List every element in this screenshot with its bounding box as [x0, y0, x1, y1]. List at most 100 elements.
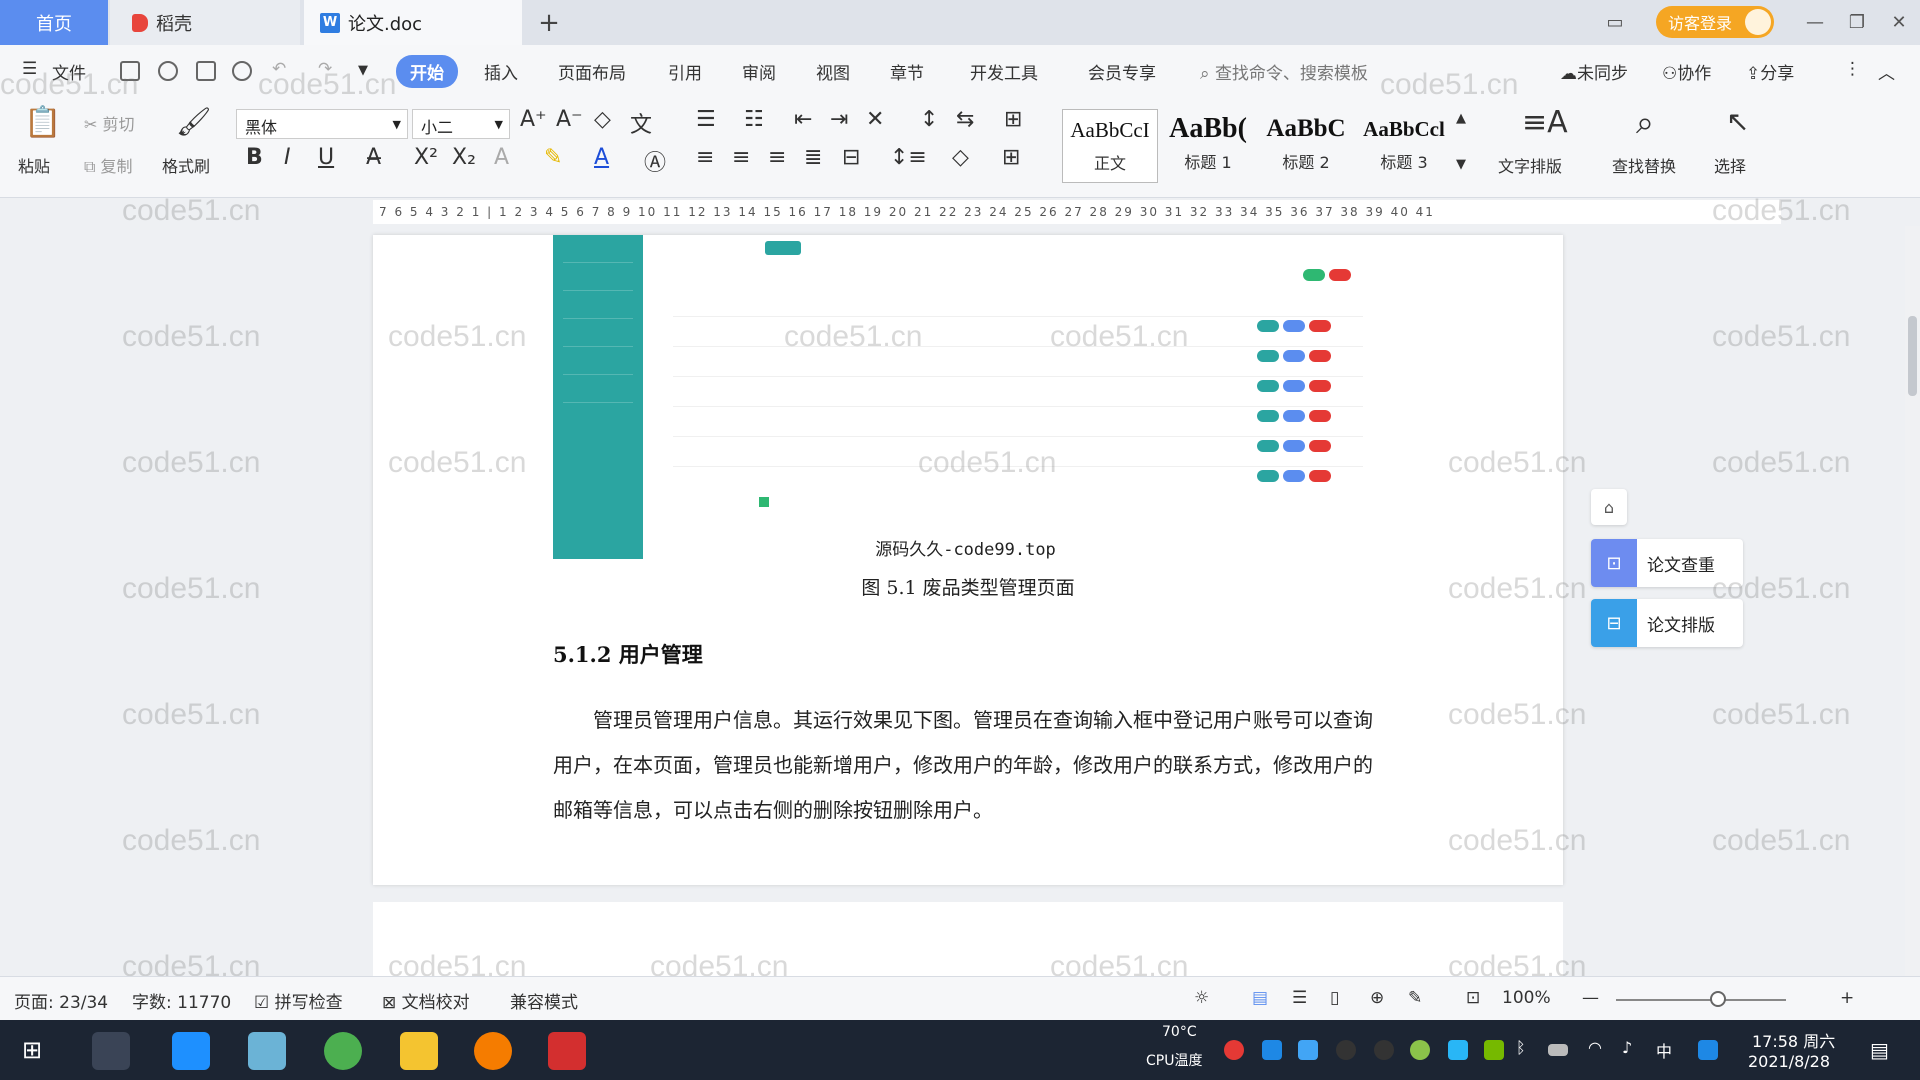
find-replace-button[interactable]: 查找替换: [1612, 153, 1676, 177]
font-name-select[interactable]: 黑体 ▼: [236, 109, 408, 139]
tray-app-icon[interactable]: [1448, 1040, 1468, 1060]
phonetic-icon[interactable]: 文: [630, 107, 652, 139]
align-left-icon[interactable]: ≡: [696, 145, 714, 170]
italic-icon[interactable]: I: [284, 145, 291, 170]
char-border-icon[interactable]: Ⓐ: [644, 145, 666, 177]
shield-icon[interactable]: [1298, 1040, 1318, 1060]
tab-page-layout[interactable]: 页面布局: [558, 59, 626, 84]
format-painter-button[interactable]: 格式刷: [162, 153, 210, 177]
cut-button[interactable]: ✂ 剪切: [84, 111, 135, 135]
qq-icon[interactable]: [1374, 1040, 1394, 1060]
document-page[interactable]: 源码久久-code99.top 图 5.1 废品类型管理页面 5.1.2 用户管…: [373, 235, 1563, 885]
strikethrough-icon[interactable]: A̶: [366, 145, 381, 170]
clock-date[interactable]: 2021/8/28: [1748, 1052, 1830, 1071]
collapse-ribbon-icon[interactable]: ︿: [1878, 59, 1895, 84]
sort-icon[interactable]: ↕: [920, 107, 938, 132]
tab-start[interactable]: 开始: [396, 55, 458, 88]
new-tab-button[interactable]: +: [534, 0, 564, 45]
internet-explorer-icon[interactable]: [172, 1032, 210, 1070]
share-button[interactable]: ⇪分享: [1746, 59, 1794, 84]
qq-icon[interactable]: [1336, 1040, 1356, 1060]
style-heading-3[interactable]: AaBbCcl 标题 3: [1356, 109, 1452, 183]
layout-icon[interactable]: ▭: [1600, 6, 1630, 38]
highlight-icon[interactable]: ✎: [544, 145, 562, 170]
font-color-icon[interactable]: A: [594, 145, 609, 170]
line-spacing-icon[interactable]: ↕≡: [890, 145, 927, 170]
text-layout-icon[interactable]: ≡A: [1522, 105, 1568, 140]
format-painter-icon[interactable]: 🖌: [176, 105, 212, 138]
tab-insert[interactable]: 插入: [484, 59, 518, 84]
tab-document[interactable]: W 论文.doc: [304, 0, 522, 45]
decrease-indent-icon[interactable]: ⇤: [794, 107, 812, 132]
collaborate-button[interactable]: ⚇协作: [1662, 59, 1711, 84]
redo-icon[interactable]: ↷: [318, 59, 332, 79]
app-orange-icon[interactable]: [474, 1032, 512, 1070]
fit-page-icon[interactable]: ⊡: [1466, 988, 1480, 1008]
style-heading-2[interactable]: AaBbC 标题 2: [1258, 109, 1354, 183]
tab-developer[interactable]: 开发工具: [970, 59, 1038, 84]
eye-protect-icon[interactable]: ☼: [1194, 988, 1209, 1008]
outline-view-icon[interactable]: ☰: [1292, 988, 1307, 1008]
align-right-icon[interactable]: ≡: [768, 145, 786, 170]
minimize-icon[interactable]: —: [1800, 6, 1830, 38]
tab-review[interactable]: 审阅: [742, 59, 776, 84]
bullet-list-icon[interactable]: ☰: [696, 107, 716, 132]
show-marks-icon[interactable]: ⇆: [956, 107, 974, 132]
save-icon[interactable]: [120, 61, 140, 81]
subscript-icon[interactable]: X₂: [452, 145, 476, 170]
clock-time[interactable]: 17:58 周六: [1752, 1028, 1835, 1052]
close-icon[interactable]: ✕: [1884, 6, 1914, 38]
text-layout-button[interactable]: 文字排版: [1498, 153, 1562, 177]
numbered-list-icon[interactable]: ☷: [744, 107, 764, 132]
zoom-slider[interactable]: [1616, 999, 1786, 1001]
tray-app-icon[interactable]: [1410, 1040, 1430, 1060]
paste-icon[interactable]: 📋: [24, 105, 61, 140]
tray-app-icon[interactable]: [1224, 1040, 1244, 1060]
text-effect-icon[interactable]: A: [494, 145, 509, 170]
style-more-icon[interactable]: ▼: [1456, 157, 1466, 172]
windows-start-icon[interactable]: ⊞: [22, 1036, 42, 1064]
tab-view[interactable]: 视图: [816, 59, 850, 84]
zoom-level[interactable]: 100%: [1502, 988, 1551, 1008]
clear-format-icon[interactable]: ◇: [594, 107, 611, 132]
justify-icon[interactable]: ≣: [804, 145, 822, 170]
app-pinwheel-icon[interactable]: [92, 1032, 130, 1070]
print-icon[interactable]: [196, 61, 216, 81]
underline-icon[interactable]: U: [318, 145, 334, 170]
tab-home[interactable]: 首页: [0, 0, 108, 45]
shading-icon[interactable]: ◇: [952, 145, 969, 170]
menu-file[interactable]: 文件: [52, 59, 86, 84]
copy-button[interactable]: ⧉ 复制: [84, 153, 133, 177]
more-icon[interactable]: ⋮: [1844, 59, 1861, 79]
export-pdf-icon[interactable]: [158, 61, 178, 81]
notification-icon[interactable]: ▤: [1870, 1038, 1889, 1062]
command-search[interactable]: ⌕ 查找命令、搜索模板: [1200, 59, 1368, 84]
table-ruler-icon[interactable]: ⊞: [1004, 107, 1022, 132]
quick-access-dropdown-icon[interactable]: ▼: [358, 63, 368, 78]
reading-view-icon[interactable]: ▯: [1330, 988, 1339, 1008]
superscript-icon[interactable]: X²: [414, 145, 438, 170]
visitor-login-button[interactable]: 访客登录: [1656, 6, 1774, 38]
print-preview-icon[interactable]: [232, 61, 252, 81]
style-heading-1[interactable]: AaBb( 标题 1: [1160, 109, 1256, 183]
select-button[interactable]: 选择: [1714, 153, 1746, 177]
document-canvas[interactable]: 源码久久-code99.top 图 5.1 废品类型管理页面 5.1.2 用户管…: [0, 226, 1905, 976]
chinese-layout-icon[interactable]: ✕: [866, 107, 884, 132]
grow-font-icon[interactable]: A⁺: [520, 107, 547, 132]
next-page[interactable]: [373, 902, 1563, 976]
font-size-select[interactable]: 小二 ▼: [412, 109, 510, 139]
page-indicator[interactable]: 页面: 23/34: [14, 988, 108, 1013]
tab-chapter[interactable]: 章节: [890, 59, 924, 84]
notepad-icon[interactable]: [248, 1032, 286, 1070]
scrollbar-thumb[interactable]: [1908, 316, 1917, 396]
horizontal-ruler[interactable]: 7 6 5 4 3 2 1 | 1 2 3 4 5 6 7 8 9 10 11 …: [0, 198, 1920, 226]
browser-360-icon[interactable]: [324, 1032, 362, 1070]
tab-docer[interactable]: 稻壳: [110, 0, 300, 45]
ime-indicator[interactable]: 中: [1656, 1038, 1672, 1062]
paper-layout-button[interactable]: ⊟ 论文排版: [1591, 599, 1743, 647]
tab-member[interactable]: 会员专享: [1088, 59, 1156, 84]
cursor-select-icon[interactable]: ↖: [1726, 105, 1749, 138]
zoom-in-icon[interactable]: +: [1840, 988, 1854, 1008]
increase-indent-icon[interactable]: ⇥: [830, 107, 848, 132]
wps-office-icon[interactable]: [548, 1032, 586, 1070]
